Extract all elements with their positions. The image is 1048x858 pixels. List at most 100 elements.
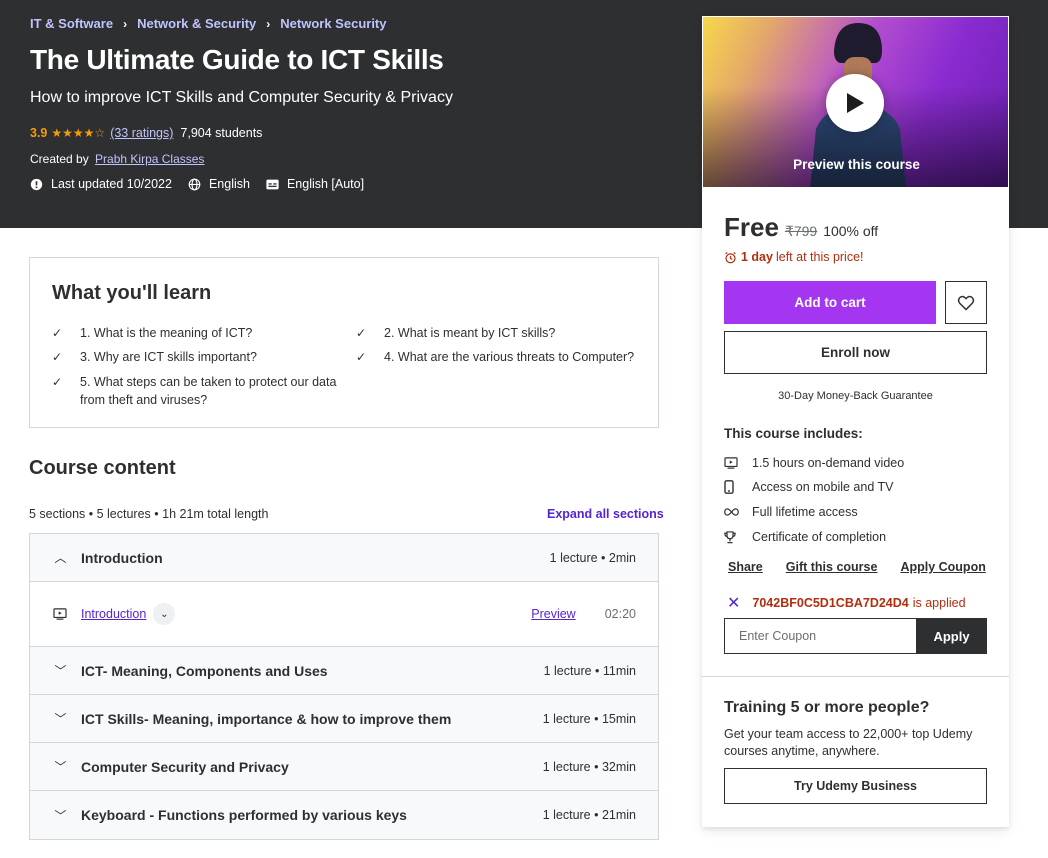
include-item: Access on mobile and TV <box>724 480 894 494</box>
business-text: Get your team access to 22,000+ top Udem… <box>724 727 973 758</box>
enroll-now-button[interactable]: Enroll now <box>724 331 987 374</box>
course-content-title: Course content <box>29 457 176 479</box>
course-actions: Share Gift this course Apply Coupon <box>728 560 1009 574</box>
section-header-computer-security[interactable]: ﹀ Computer Security and Privacy 1 lectur… <box>30 743 658 791</box>
lecture-preview-link[interactable]: Preview <box>531 607 575 621</box>
closed-captions-icon <box>266 179 279 189</box>
section-title: ICT- Meaning, Components and Uses <box>81 662 328 679</box>
section-header-ict-meaning[interactable]: ﹀ ICT- Meaning, Components and Uses 1 le… <box>30 647 658 695</box>
chevron-down-icon: ﹀ <box>54 760 67 774</box>
play-button[interactable] <box>826 74 884 132</box>
last-updated-text: Last updated 10/2022 <box>51 177 172 191</box>
language-text: English <box>208 177 250 191</box>
trophy-icon <box>724 530 752 544</box>
remove-coupon-icon[interactable]: ✕ <box>727 593 740 613</box>
section-info: 1 lecture • 15min <box>542 711 636 726</box>
include-item: Full lifetime access <box>724 505 858 519</box>
play-icon <box>847 93 864 113</box>
divider <box>702 676 1009 677</box>
checkmark-icon: ✓ <box>356 350 367 364</box>
add-to-cart-button[interactable]: Add to cart <box>724 281 936 324</box>
original-price: ₹799 <box>784 223 818 239</box>
section-title: Computer Security and Privacy <box>81 758 289 775</box>
course-captions: English [Auto] <box>266 177 364 191</box>
lecture-row: Introduction ⌄ Preview 02:20 <box>30 582 658 647</box>
video-icon <box>724 457 752 469</box>
lecture-duration: 02:20 <box>604 607 636 621</box>
gift-course-button[interactable]: Gift this course <box>786 560 878 574</box>
learn-item-text: 3. Why are ICT skills important? <box>80 350 257 364</box>
section-title: ICT Skills- Meaning, importance & how to… <box>81 710 452 727</box>
include-text: Access on mobile and TV <box>752 480 894 494</box>
try-udemy-business-button[interactable]: Try Udemy Business <box>724 768 987 804</box>
section-header-ict-skills[interactable]: ﹀ ICT Skills- Meaning, importance & how … <box>30 695 658 743</box>
include-item: Certificate of completion <box>724 530 886 544</box>
section-title: Introduction <box>81 549 163 566</box>
business-title: Training 5 or more people? <box>724 699 930 716</box>
course-content-summary: 5 sections • 5 lectures • 1h 21m total l… <box>29 507 269 521</box>
current-price: Free <box>724 212 779 242</box>
course-preview-video[interactable]: Preview this course <box>702 16 1009 188</box>
include-text: 1.5 hours on-demand video <box>752 456 905 470</box>
wishlist-button[interactable] <box>945 281 987 324</box>
mobile-icon <box>724 480 752 494</box>
section-info: 1 lecture • 21min <box>542 808 636 822</box>
checkmark-icon: ✓ <box>52 350 63 364</box>
section-info: 1 lecture • 11min <box>543 663 636 678</box>
section-info: 1 lecture • 32min <box>542 759 636 774</box>
captions-text: English [Auto] <box>286 177 365 191</box>
learn-item: ✓ 1. What is the meaning of ICT? <box>52 324 252 342</box>
learn-item: ✓ 3. Why are ICT skills important? <box>52 348 257 366</box>
video-icon <box>30 608 81 620</box>
expand-all-sections-button[interactable]: Expand all sections <box>547 507 664 521</box>
coupon-applied-text: is applied <box>912 596 966 610</box>
learn-item: ✓ 2. What is meant by ICT skills? <box>356 324 555 342</box>
apply-coupon-button[interactable]: Apply Coupon <box>900 560 985 574</box>
checkmark-icon: ✓ <box>52 375 63 389</box>
star-rating-icon: ★★★★☆ <box>51 126 106 140</box>
course-meta: Last updated 10/2022 English English [Au… <box>30 177 380 191</box>
globe-icon <box>188 178 201 190</box>
chevron-down-icon: ﹀ <box>54 808 67 823</box>
section-title: Keyboard - Functions performed by variou… <box>81 807 407 823</box>
breadcrumb-item-network-security-topic[interactable]: Network Security <box>280 16 386 31</box>
created-by-label: Created by <box>30 152 89 166</box>
chevron-down-icon[interactable]: ⌄ <box>153 603 176 625</box>
coupon-input[interactable] <box>724 618 916 654</box>
course-subtitle: How to improve ICT Skills and Computer S… <box>30 89 453 106</box>
section-header-keyboard[interactable]: ﹀ Keyboard - Functions performed by vari… <box>30 791 658 839</box>
section-info: 1 lecture • 2min <box>549 550 636 565</box>
ratings-count-link[interactable]: (33 ratings) <box>110 126 173 140</box>
infinity-icon <box>724 508 752 516</box>
breadcrumb-item-it-software[interactable]: IT & Software <box>30 16 113 31</box>
chevron-down-icon: ﹀ <box>54 664 67 678</box>
learn-item-text: 5. What steps can be taken to protect ou… <box>80 375 337 407</box>
share-button[interactable]: Share <box>728 560 763 574</box>
price-timer: 1 day left at this price! <box>724 250 864 264</box>
instructor-link[interactable]: Prabh Kirpa Classes <box>95 152 204 166</box>
apply-button[interactable]: Apply <box>916 618 987 654</box>
learn-item-text: 2. What is meant by ICT skills? <box>384 326 556 340</box>
money-back-guarantee: 30-Day Money-Back Guarantee <box>778 390 933 402</box>
lecture-title-link[interactable]: Introduction <box>81 607 146 621</box>
chevron-right-icon: › <box>266 16 271 31</box>
chevron-right-icon: › <box>123 16 128 31</box>
alarm-clock-icon <box>725 251 736 263</box>
price-row: Free ₹799 100% off <box>724 212 878 243</box>
checkmark-icon: ✓ <box>356 326 367 340</box>
rating-value: 3.9 <box>30 126 48 140</box>
section-header-introduction[interactable]: ︿ Introduction 1 lecture • 2min <box>30 534 658 582</box>
learn-item-text: 1. What is the meaning of ICT? <box>80 326 253 340</box>
include-item: 1.5 hours on-demand video <box>724 456 904 470</box>
last-updated: Last updated 10/2022 <box>30 177 172 191</box>
curriculum-sections: ︿ Introduction 1 lecture • 2min Introduc… <box>29 533 659 840</box>
checkmark-icon: ✓ <box>52 326 63 340</box>
timer-bold: 1 day <box>741 250 773 264</box>
course-language: English <box>188 177 250 191</box>
purchase-sidebar: Preview this course Free ₹799 100% off 1… <box>702 16 1009 827</box>
include-text: Full lifetime access <box>752 505 858 519</box>
discount-percent: 100% off <box>823 223 879 239</box>
timer-text: left at this price! <box>775 250 864 264</box>
learn-item: ✓ 5. What steps can be taken to protect … <box>52 373 342 409</box>
breadcrumb-item-network-security[interactable]: Network & Security <box>137 16 256 31</box>
